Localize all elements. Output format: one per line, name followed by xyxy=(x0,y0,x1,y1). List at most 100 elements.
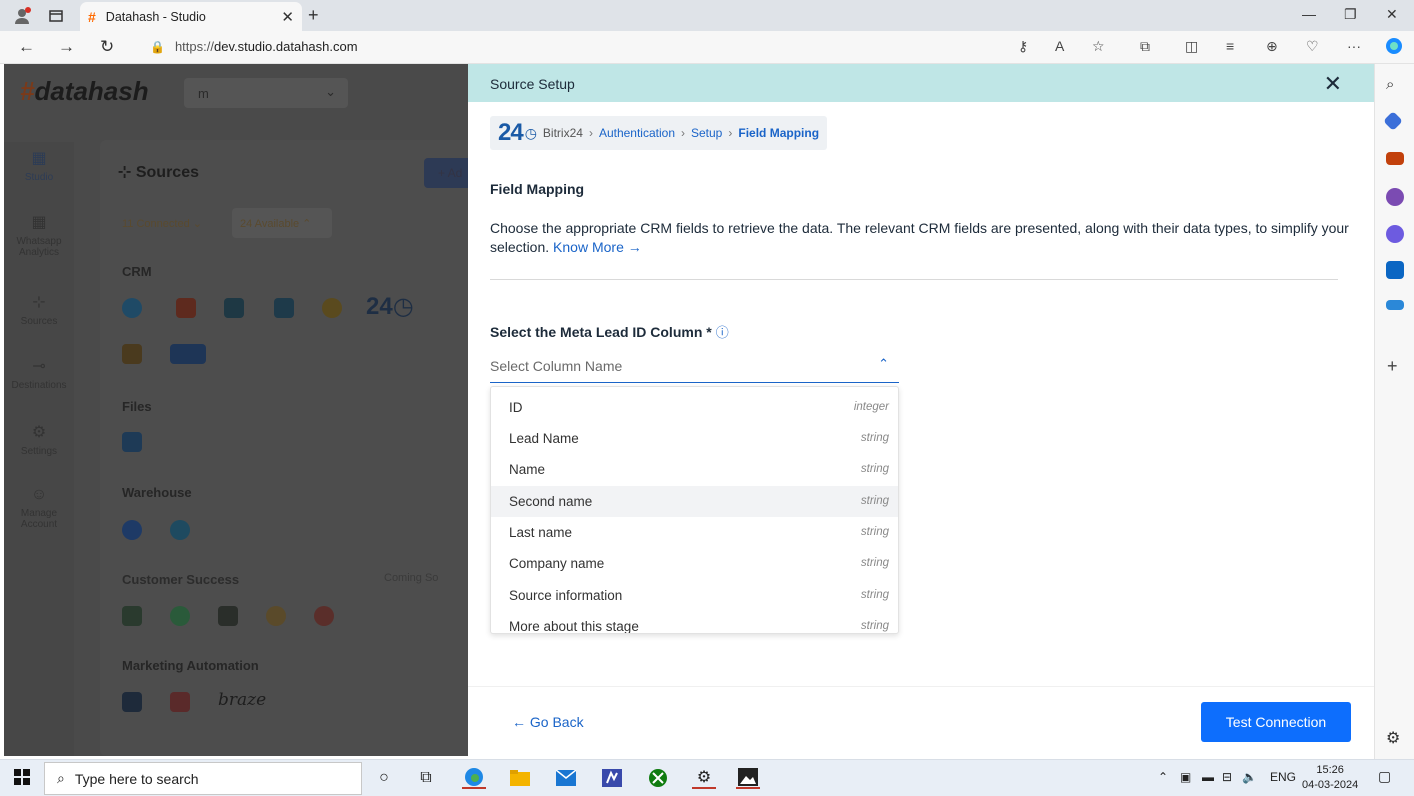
select-label-text: Select the Meta Lead ID Column * xyxy=(490,324,712,340)
favorites-icon[interactable]: ≡ xyxy=(1226,38,1234,54)
dropdown-option[interactable]: Last name string xyxy=(491,517,898,548)
dropdown-option[interactable]: Company name string xyxy=(491,548,898,579)
column-dropdown[interactable]: ID integer Lead Name string Name string … xyxy=(490,386,899,634)
nav-whatsapp-analytics[interactable]: ▦ Whatsapp Analytics xyxy=(4,212,74,258)
marketing-logo[interactable] xyxy=(170,692,190,712)
read-aloud-icon[interactable]: A xyxy=(1055,38,1064,54)
language-indicator[interactable]: ENG xyxy=(1270,770,1296,784)
settings-gear-icon[interactable]: ⚙ xyxy=(1386,728,1400,748)
dropdown-option[interactable]: Source information string xyxy=(491,580,898,611)
key-icon[interactable]: ⚷ xyxy=(1018,38,1028,55)
close-icon[interactable]: ✕ xyxy=(1324,71,1342,97)
workspace-select[interactable]: m ⌄ xyxy=(184,78,348,108)
snowflake-logo[interactable] xyxy=(170,520,190,540)
office-icon[interactable] xyxy=(1386,225,1404,243)
tab-actions-icon[interactable] xyxy=(46,6,66,26)
performance-icon[interactable]: ♡ xyxy=(1306,38,1319,55)
system-clock[interactable]: 15:26 04-03-2024 xyxy=(1302,763,1358,793)
nav-studio[interactable]: ▦ Studio xyxy=(4,148,74,183)
salesforce-logo[interactable] xyxy=(122,298,142,318)
extensions-icon[interactable]: ⧉ xyxy=(1140,38,1150,55)
modal-footer: ← Go Back Test Connection xyxy=(468,686,1374,756)
browser-tab[interactable]: # Datahash - Studio ✕ xyxy=(80,2,302,31)
settings-gear-icon[interactable]: ⚙ xyxy=(692,767,716,789)
url-host: dev.studio.datahash.com xyxy=(213,39,358,54)
network-icon[interactable]: ⊟ xyxy=(1222,770,1232,784)
url-field[interactable]: 🔒 https://dev.studio.datahash.com xyxy=(150,39,358,54)
nav-manage-account[interactable]: ☺ Manage Account xyxy=(4,486,74,530)
nav-settings[interactable]: ⚙ Settings xyxy=(4,422,74,457)
available-filter[interactable]: 24 Available ⌃ xyxy=(232,208,332,238)
nav-settings-label: Settings xyxy=(20,446,58,457)
go-back-button[interactable]: ← Go Back xyxy=(512,714,584,730)
copilot-icon[interactable] xyxy=(1384,36,1404,59)
connected-filter[interactable]: 11 Connected ⌄ xyxy=(114,208,210,238)
close-tab-icon[interactable]: ✕ xyxy=(281,8,294,26)
bitrix24-logo[interactable]: 24◷ xyxy=(366,292,414,321)
tray-app-icon[interactable]: ▣ xyxy=(1180,770,1191,784)
chevron-down-icon: ⌄ xyxy=(325,84,336,99)
refresh-icon[interactable]: ↻ xyxy=(100,37,114,57)
tools-briefcase-icon[interactable] xyxy=(1386,152,1404,165)
taskbar-search-input[interactable]: ⌕ Type here to search xyxy=(44,762,362,795)
test-connection-button[interactable]: Test Connection xyxy=(1201,702,1351,742)
xbox-icon[interactable] xyxy=(646,767,670,789)
dropdown-option[interactable]: Lead Name string xyxy=(491,423,898,454)
cortana-icon[interactable]: ○ xyxy=(372,767,396,789)
close-window-icon[interactable]: ✕ xyxy=(1386,6,1398,23)
address-bar: ← → ↻ 🔒 https://dev.studio.datahash.com … xyxy=(0,31,1414,64)
zoho-logo[interactable] xyxy=(224,298,244,318)
file-explorer-icon[interactable] xyxy=(508,767,532,789)
nav-sources[interactable]: ⊹ Sources xyxy=(4,292,74,327)
split-screen-icon[interactable]: ◫ xyxy=(1185,38,1198,55)
minimize-icon[interactable]: — xyxy=(1302,6,1316,22)
info-icon[interactable]: ⓘ xyxy=(716,325,729,340)
crm-logo[interactable] xyxy=(322,298,342,318)
breadcrumb-authentication[interactable]: Authentication xyxy=(599,126,675,140)
restore-icon[interactable]: ❐ xyxy=(1344,6,1357,23)
volume-icon[interactable]: 🔈 xyxy=(1242,770,1257,784)
outlook-icon[interactable] xyxy=(1386,261,1404,279)
microsoft-logo[interactable] xyxy=(122,344,142,364)
sap-logo[interactable] xyxy=(170,344,206,364)
dropdown-option-highlighted[interactable]: Second name string xyxy=(491,486,898,517)
profile-icon[interactable] xyxy=(12,6,32,26)
nav-destinations[interactable]: ⊸ Destinations xyxy=(4,356,74,391)
add-sidebar-icon[interactable]: + xyxy=(1387,356,1398,377)
meta-lead-id-select[interactable]: Select Column Name ⌃ xyxy=(490,349,899,383)
send-icon[interactable] xyxy=(1386,300,1404,310)
task-view-icon[interactable]: ⧉ xyxy=(414,767,438,789)
braze-logo[interactable]: braze xyxy=(218,690,266,710)
know-more-link[interactable]: Know More → xyxy=(553,239,642,255)
crm-logo[interactable] xyxy=(274,298,294,318)
favorite-star-icon[interactable]: ☆ xyxy=(1092,38,1105,55)
mail-icon[interactable] xyxy=(554,767,578,789)
new-tab-icon[interactable]: + xyxy=(308,5,319,26)
forward-icon[interactable]: → xyxy=(58,37,75,57)
edge-browser-icon[interactable] xyxy=(462,767,486,789)
hubspot-logo[interactable] xyxy=(176,298,196,318)
sources-icon: ⊹ xyxy=(32,294,46,311)
windows-start-icon[interactable] xyxy=(14,769,30,790)
add-source-button[interactable]: + Ad xyxy=(424,158,468,188)
field-mapping-description: Choose the appropriate CRM fields to ret… xyxy=(490,219,1350,257)
notifications-icon[interactable]: ▢ xyxy=(1378,768,1391,785)
bigquery-logo[interactable] xyxy=(122,520,142,540)
sources-heading-text: Sources xyxy=(135,164,199,181)
back-icon[interactable]: ← xyxy=(18,37,35,57)
more-menu-icon[interactable]: ··· xyxy=(1347,38,1361,54)
battery-icon[interactable]: ▬ xyxy=(1202,770,1214,784)
collections-icon[interactable]: ⊕ xyxy=(1266,38,1278,55)
marketing-logo[interactable] xyxy=(122,692,142,712)
dropdown-option[interactable]: Name string xyxy=(491,454,898,485)
search-icon[interactable]: ⌕ xyxy=(1386,76,1394,93)
dropdown-option[interactable]: More about this stage string xyxy=(491,611,898,633)
breadcrumb-setup[interactable]: Setup xyxy=(691,126,722,140)
people-icon[interactable] xyxy=(1386,188,1404,206)
power-automate-icon[interactable] xyxy=(600,767,624,789)
dropdown-option[interactable]: ID integer xyxy=(491,392,898,423)
shopping-tag-icon[interactable] xyxy=(1383,111,1403,131)
tray-chevron-up-icon[interactable]: ⌃ xyxy=(1158,770,1168,784)
files-logo[interactable] xyxy=(122,432,142,452)
photos-icon[interactable] xyxy=(736,767,760,789)
